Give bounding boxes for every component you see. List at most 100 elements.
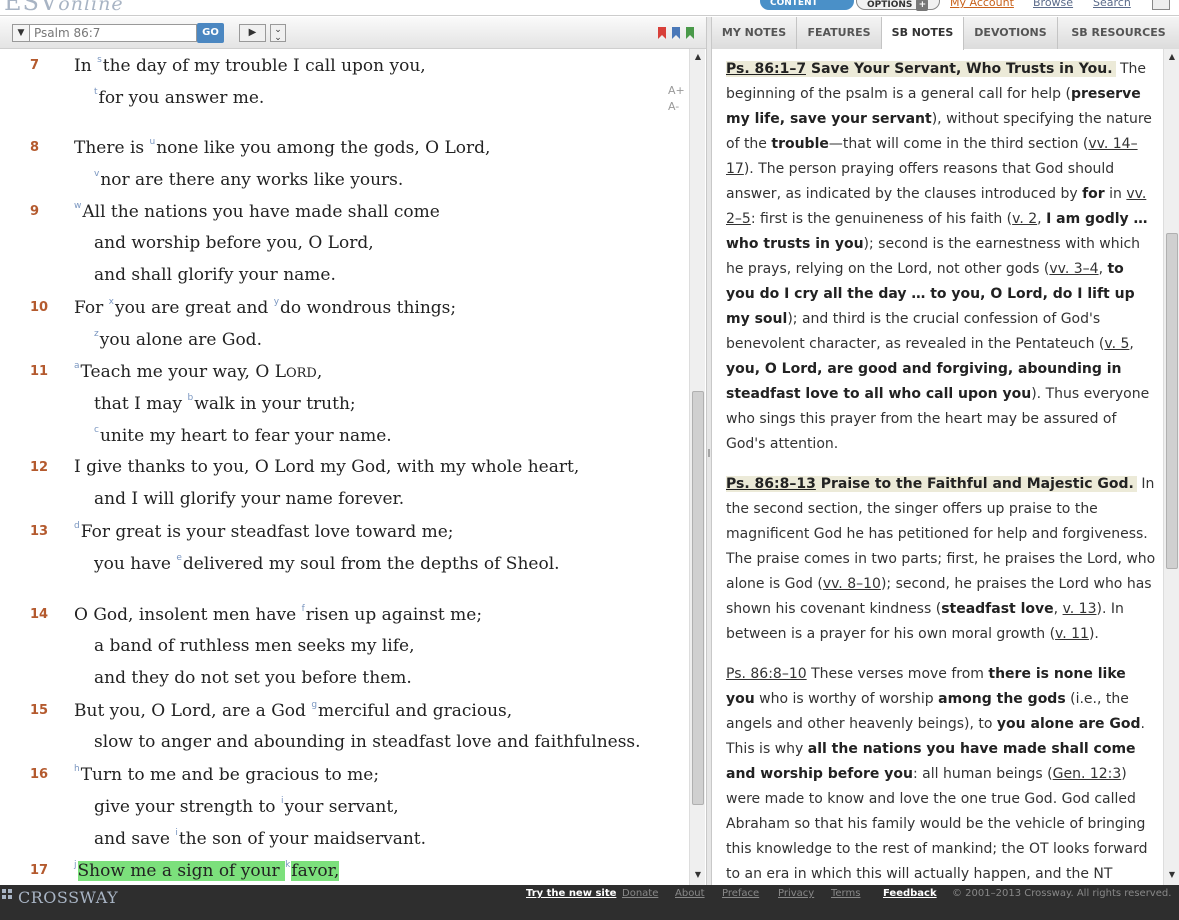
verse-text[interactable]: aTeach me your way, O LORD, [74, 361, 322, 382]
note-heading-reference-link[interactable]: Ps. 86:1–7 [726, 61, 807, 77]
footer-link-new-site[interactable]: Try the new site [526, 888, 616, 899]
verse-number[interactable]: 9 [30, 204, 39, 219]
tab-my-notes[interactable]: MY NOTES [712, 17, 797, 49]
verse-text[interactable]: tfor you answer me. [94, 87, 264, 108]
verse-text[interactable]: For xyou are great and ydo wondrous thin… [74, 297, 456, 318]
verse-text[interactable]: and worship before you, O Lord, [94, 233, 374, 253]
verse-number[interactable]: 10 [30, 300, 48, 315]
verse-number[interactable]: 13 [30, 524, 48, 539]
verse-text[interactable]: dFor great is your steadfast love toward… [74, 521, 454, 542]
tab-sb-notes[interactable]: SB NOTES [882, 17, 964, 50]
verse-text[interactable]: vnor are there any works like yours. [94, 169, 403, 190]
verse-text[interactable]: But you, O Lord, are a God gmerciful and… [74, 700, 512, 721]
verse-text[interactable]: and save ithe son of your maidservant. [94, 828, 426, 849]
verse-text[interactable]: I give thanks to you, O Lord my God, wit… [74, 457, 579, 477]
footer-link-feedback[interactable]: Feedback [883, 888, 937, 899]
decrease-font-button[interactable]: A- [668, 99, 685, 115]
fullscreen-icon[interactable] [1152, 0, 1170, 10]
cross-reference-marker[interactable]: w [74, 201, 81, 211]
reference-link[interactable]: v. 13 [1063, 601, 1097, 617]
cross-reference-marker[interactable]: h [74, 764, 80, 774]
reference-link[interactable]: vv. 3–4 [1049, 261, 1098, 277]
verse-text[interactable]: and shall glorify your name. [94, 265, 336, 285]
cross-reference-marker[interactable]: g [311, 700, 317, 710]
search-link[interactable]: Search [1093, 0, 1131, 9]
verse-number[interactable]: 14 [30, 607, 48, 622]
red-bookmark-icon[interactable] [658, 27, 666, 39]
options-button[interactable]: OPTIONS + [856, 0, 940, 11]
footer-link-terms[interactable]: Terms [831, 888, 860, 899]
footer-link-about[interactable]: About [675, 888, 705, 899]
notes-scrollbar[interactable]: ▲ ▼ [1163, 49, 1179, 885]
verse-number[interactable]: 16 [30, 767, 48, 782]
tab-features[interactable]: FEATURES [797, 17, 882, 49]
verse-text[interactable]: that I may bwalk in your truth; [94, 393, 356, 414]
cross-reference-marker[interactable]: e [176, 553, 182, 563]
verse-text[interactable]: you have edelivered my soul from the dep… [94, 553, 560, 574]
footer-link-donate[interactable]: Donate [622, 888, 658, 899]
cross-reference-marker[interactable]: y [274, 297, 279, 307]
reference-link[interactable]: v. 11 [1055, 626, 1089, 642]
scroll-thumb[interactable] [692, 391, 704, 805]
cross-reference-marker[interactable]: u [150, 137, 156, 147]
reference-link[interactable]: vv. 8–10 [823, 576, 881, 592]
esv-online-logo[interactable]: ESVonline [4, 0, 124, 15]
verse-text[interactable]: There is unone like you among the gods, … [74, 137, 490, 158]
verse-text[interactable]: jShow me a sign of your kfavor, [74, 860, 340, 881]
verse-text[interactable]: and they do not set you before them. [94, 668, 412, 688]
crossway-brand[interactable]: CROSSWAY [18, 888, 118, 907]
verse-text[interactable]: hTurn to me and be gracious to me; [74, 764, 379, 785]
cross-reference-marker[interactable]: d [74, 521, 80, 531]
blue-bookmark-icon[interactable] [672, 27, 680, 39]
content-button[interactable]: CONTENT [760, 0, 854, 10]
cross-reference-marker[interactable]: a [74, 361, 80, 371]
splitter-grip-icon[interactable]: ‖ [707, 449, 711, 463]
footer-link-privacy[interactable]: Privacy [778, 888, 814, 899]
cross-reference-marker[interactable]: c [94, 425, 99, 435]
scroll-up-icon[interactable]: ▲ [1166, 51, 1178, 63]
my-account-link[interactable]: My Account [950, 0, 1014, 9]
verse-text[interactable]: and I will glorify your name forever. [94, 489, 404, 509]
reference-link[interactable]: Ps. 86:8–10 [726, 666, 807, 682]
verse-text[interactable]: a band of ruthless men seeks my life, [94, 636, 415, 656]
cross-reference-marker[interactable]: b [188, 393, 194, 403]
increase-font-button[interactable]: A+ [668, 83, 685, 99]
cross-reference-marker[interactable]: i [175, 828, 178, 838]
verse-text[interactable]: In sthe day of my trouble I call upon yo… [74, 55, 426, 76]
scroll-down-icon[interactable]: ▼ [1166, 869, 1178, 881]
verse-text[interactable]: zyou alone are God. [94, 329, 262, 350]
cross-reference-marker[interactable]: s [97, 55, 102, 65]
browse-link[interactable]: Browse [1033, 0, 1073, 9]
verse-text[interactable]: O God, insolent men have frisen up again… [74, 604, 482, 625]
play-audio-button[interactable]: ▶ [239, 24, 266, 42]
text-scrollbar[interactable]: ▲ ▼ [689, 49, 705, 885]
scroll-up-icon[interactable]: ▲ [692, 51, 704, 63]
verse-number[interactable]: 8 [30, 140, 39, 155]
highlighted-text[interactable]: Show me a sign of your [77, 861, 286, 881]
go-button[interactable]: GO [197, 23, 224, 43]
cross-reference-marker[interactable]: j [74, 860, 77, 870]
verse-number[interactable]: 11 [30, 364, 48, 379]
green-bookmark-icon[interactable] [686, 27, 694, 39]
verse-text[interactable]: slow to anger and abounding in steadfast… [94, 732, 641, 752]
scroll-down-icon[interactable]: ▼ [692, 869, 704, 881]
cross-reference-marker[interactable]: x [109, 297, 114, 307]
verse-text[interactable]: wAll the nations you have made shall com… [74, 201, 440, 222]
tab-sb-resources[interactable]: SB RESOURCES [1058, 17, 1179, 49]
verse-number[interactable]: 17 [30, 863, 48, 878]
reference-dropdown-icon[interactable]: ▼ [12, 24, 30, 42]
verse-text[interactable]: give your strength to iyour servant, [94, 796, 399, 817]
expand-options-button[interactable]: ⌄ ⌄ [270, 24, 286, 43]
passage-reference-input[interactable] [30, 24, 197, 42]
verse-number[interactable]: 15 [30, 703, 48, 718]
verse-number[interactable]: 7 [30, 58, 39, 73]
reference-link[interactable]: Gen. 12:3 [1053, 766, 1122, 782]
cross-reference-marker[interactable]: f [302, 604, 305, 614]
cross-reference-marker[interactable]: v [94, 169, 99, 179]
verse-number[interactable]: 12 [30, 460, 48, 475]
scroll-thumb[interactable] [1166, 233, 1178, 569]
cross-reference-marker[interactable]: t [94, 87, 98, 97]
note-heading-reference-link[interactable]: Ps. 86:8–13 [726, 476, 816, 492]
reference-link[interactable]: v. 5 [1104, 336, 1129, 352]
cross-reference-marker[interactable]: k [285, 860, 290, 870]
